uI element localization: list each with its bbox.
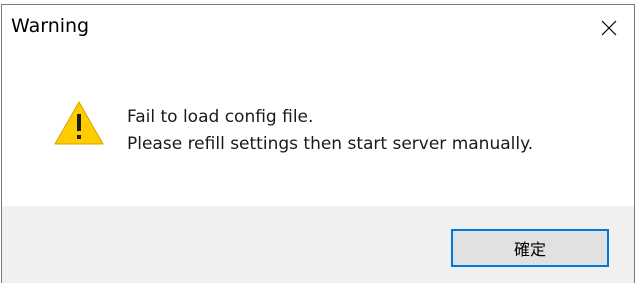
ok-button[interactable]: 確定 <box>451 229 609 267</box>
warning-message: Fail to load config file. Please refill … <box>127 104 533 158</box>
message-line-2: Please refill settings then start server… <box>127 134 534 154</box>
close-button[interactable] <box>588 11 630 45</box>
message-line-1: Fail to load config file. <box>127 107 314 127</box>
warning-dialog: Warning Fail to load config file. Please… <box>1 4 635 283</box>
close-icon <box>601 20 617 36</box>
warning-triangle-icon <box>54 101 104 145</box>
dialog-title: Warning <box>11 15 90 37</box>
dialog-content: Fail to load config file. Please refill … <box>2 51 634 206</box>
ok-button-label: 確定 <box>513 240 546 259</box>
dialog-footer: 確定 <box>2 206 634 283</box>
dialog-titlebar[interactable]: Warning <box>2 5 634 51</box>
